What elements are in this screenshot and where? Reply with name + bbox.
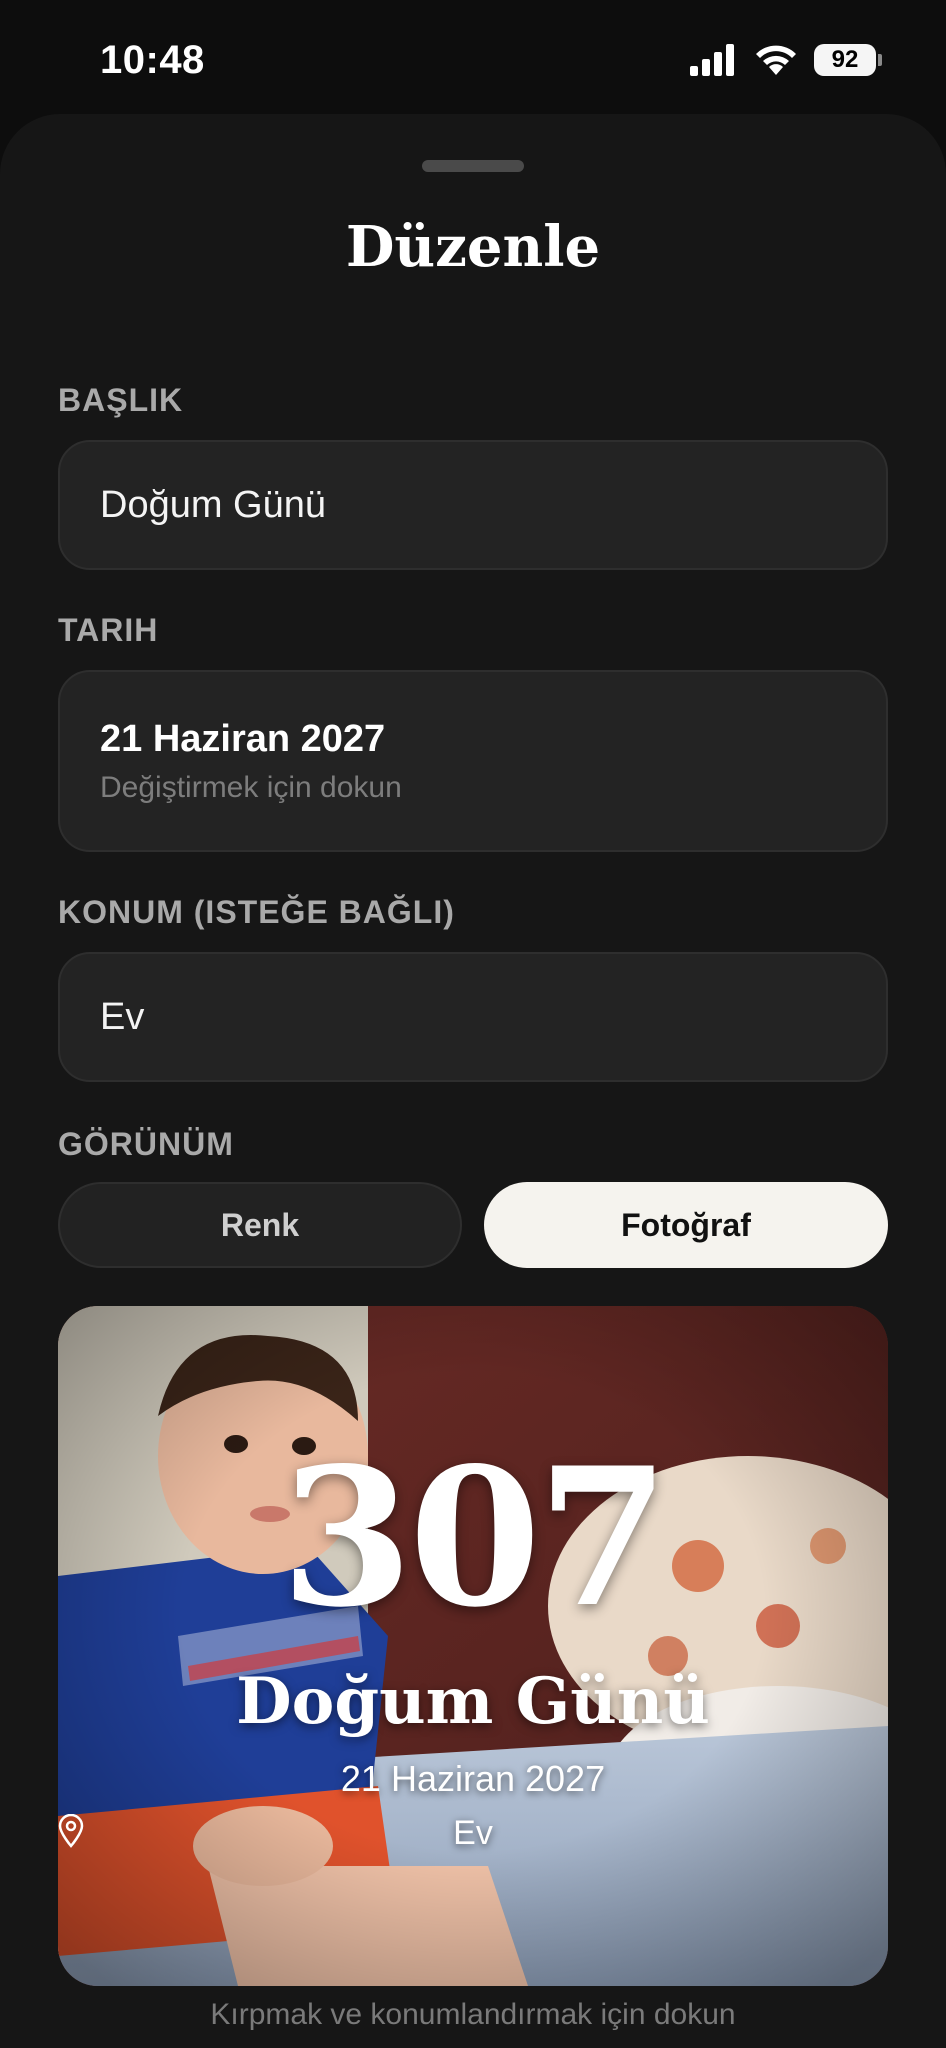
date-field-value: 21 Haziran 2027 <box>100 717 386 760</box>
status-bar: 10:48 92 <box>0 0 946 120</box>
preview-title: Doğum Günü <box>236 1664 710 1739</box>
preview-location: Ev <box>58 1814 888 1853</box>
cellular-signal-icon <box>690 44 734 76</box>
battery-icon: 92 <box>814 44 882 76</box>
title-label: BAŞLIK <box>58 382 184 418</box>
appearance-label: GÖRÜNÜM <box>58 1126 234 1162</box>
preview-date: 21 Haziran 2027 <box>340 1758 606 1799</box>
preview-days-count: 307 <box>280 1426 670 1649</box>
appearance-photo-option[interactable]: Fotoğraf <box>484 1182 888 1268</box>
sheet-grabber[interactable] <box>422 160 524 172</box>
date-label: TARIH <box>58 612 159 648</box>
photo-preview-card[interactable]: 307 Doğum Günü 21 Haziran 2027 Ev <box>58 1306 888 1986</box>
preview-location-text: Ev <box>453 1814 493 1852</box>
sheet-title: Düzenle <box>345 214 601 280</box>
date-field-hint: Değiştirmek için dokun <box>100 770 402 804</box>
crop-hint: Kırpmak ve konumlandırmak için dokun <box>210 1998 736 2031</box>
title-field[interactable]: Doğum Günü <box>58 440 888 570</box>
battery-level: 92 <box>814 44 876 76</box>
title-field-value: Doğum Günü <box>100 483 327 526</box>
preview-overlay: 307 Doğum Günü 21 Haziran 2027 Ev <box>58 1306 888 1986</box>
location-field-value: Ev <box>100 995 145 1038</box>
wifi-icon <box>756 45 796 75</box>
status-icons: 92 <box>690 44 882 76</box>
status-time: 10:48 <box>100 37 205 82</box>
location-field[interactable]: Ev <box>58 952 888 1082</box>
date-field[interactable]: 21 Haziran 2027 Değiştirmek için dokun <box>58 670 888 852</box>
location-label: KONUM (ISTEĞE BAĞLI) <box>58 894 455 930</box>
appearance-color-option[interactable]: Renk <box>58 1182 462 1268</box>
location-pin-icon <box>58 1814 84 1848</box>
